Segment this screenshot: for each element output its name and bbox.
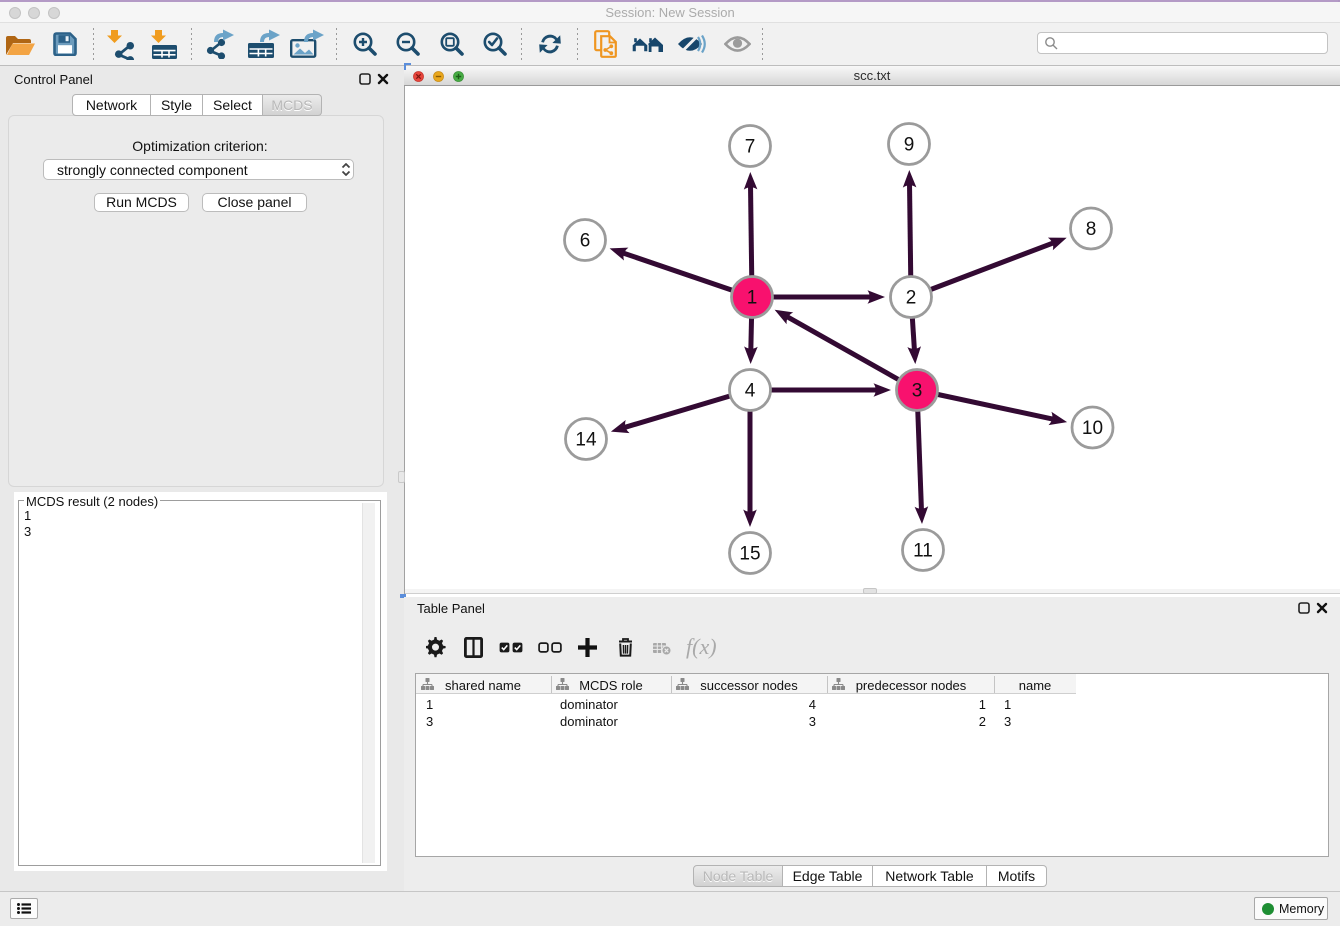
- svg-text:6: 6: [580, 231, 591, 252]
- svg-text:10: 10: [1082, 418, 1103, 439]
- svg-text:1: 1: [747, 288, 758, 309]
- svg-text:4: 4: [745, 381, 756, 402]
- svg-text:3: 3: [912, 381, 923, 402]
- svg-text:2: 2: [906, 288, 917, 309]
- svg-text:11: 11: [913, 541, 933, 562]
- svg-text:8: 8: [1086, 219, 1097, 240]
- svg-text:14: 14: [575, 430, 597, 451]
- svg-text:7: 7: [745, 137, 756, 158]
- svg-text:9: 9: [904, 135, 915, 156]
- svg-text:15: 15: [739, 544, 760, 565]
